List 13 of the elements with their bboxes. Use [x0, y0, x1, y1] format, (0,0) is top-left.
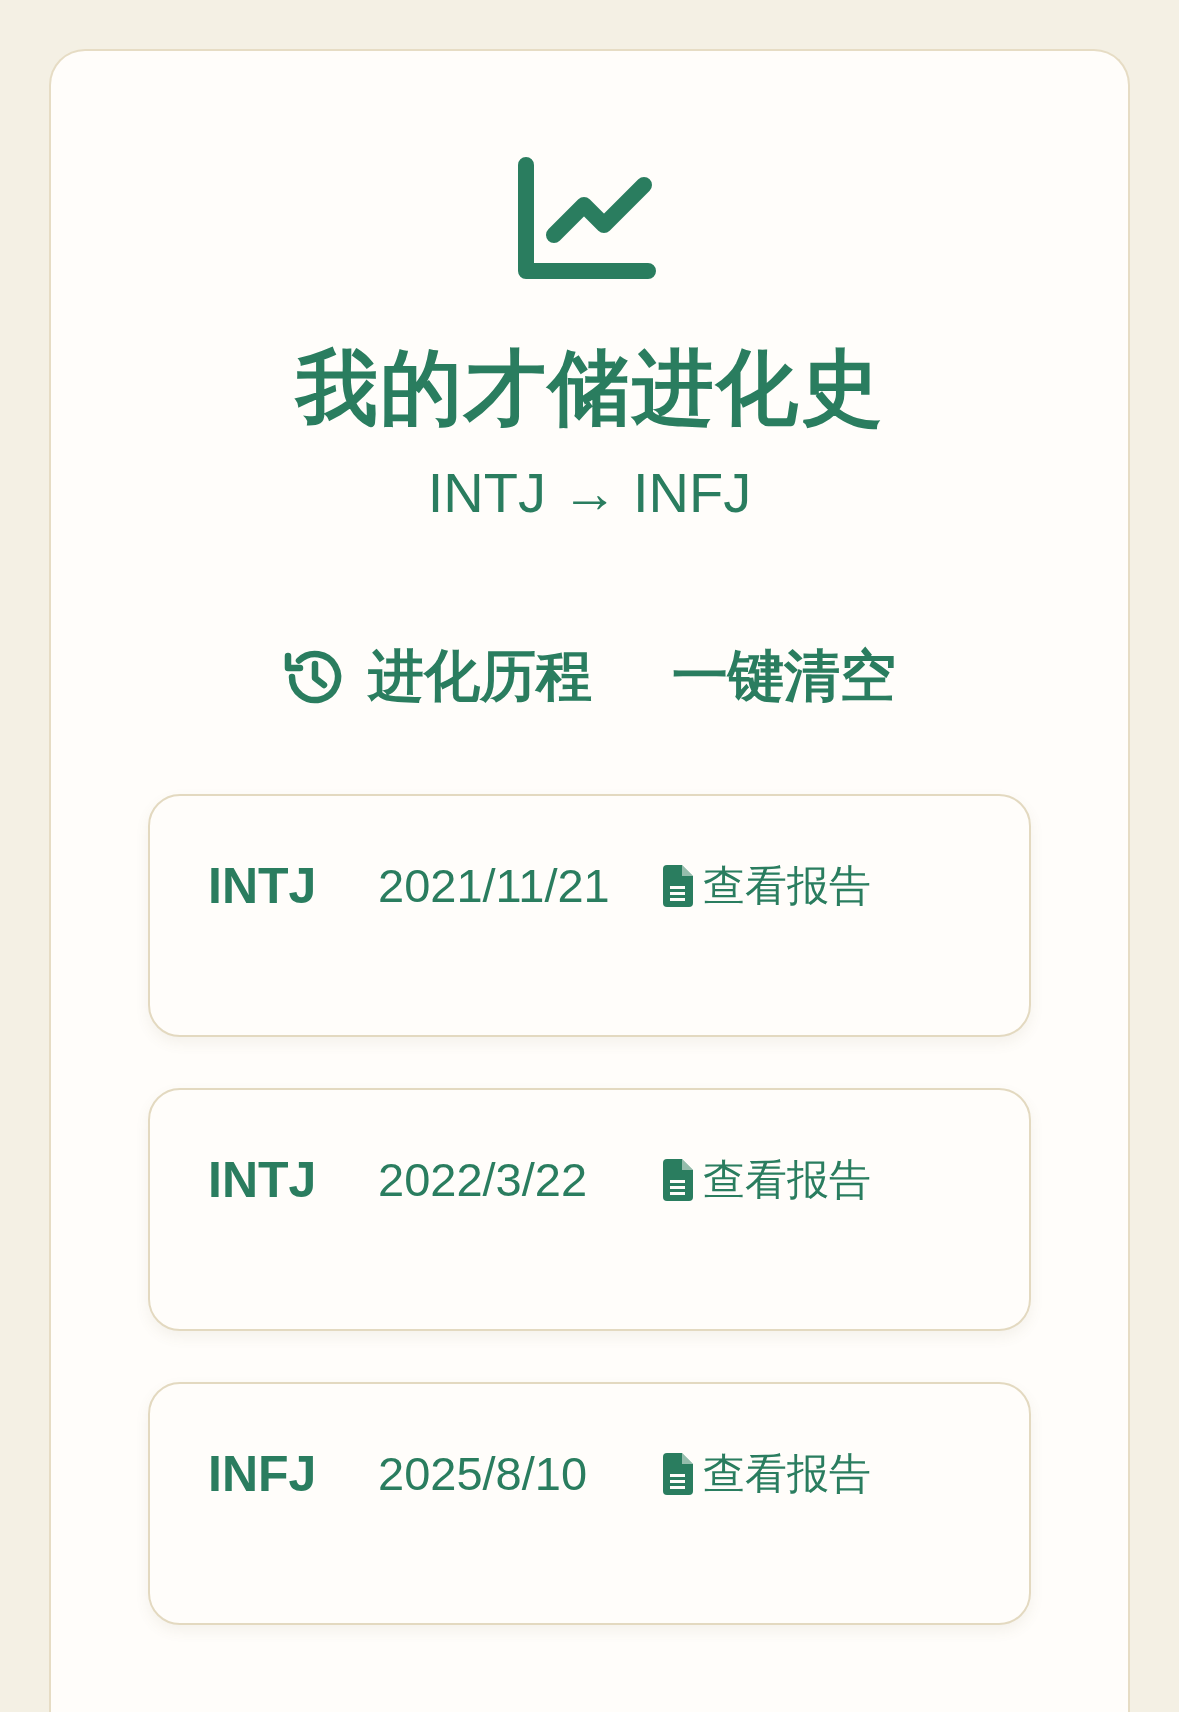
- clear-all-button[interactable]: 一键清空: [671, 638, 896, 715]
- record-date: 2025/8/10: [378, 1446, 589, 1502]
- type-change-subtitle: INTJ → INFJ: [427, 460, 752, 527]
- type-label: INFJ: [208, 1444, 318, 1503]
- type-label: INTJ: [208, 1150, 318, 1209]
- record-date: 2022/3/22: [378, 1152, 589, 1208]
- view-report-link[interactable]: 查看报告: [663, 1151, 871, 1208]
- view-report-link[interactable]: 查看报告: [663, 1445, 871, 1502]
- page-title: 我的才储进化史: [295, 339, 884, 437]
- view-report-link[interactable]: 查看报告: [663, 857, 871, 914]
- type-label: INTJ: [208, 856, 318, 915]
- record-date: 2021/11/21: [378, 858, 611, 914]
- section-heading: 进化历程: [367, 641, 592, 710]
